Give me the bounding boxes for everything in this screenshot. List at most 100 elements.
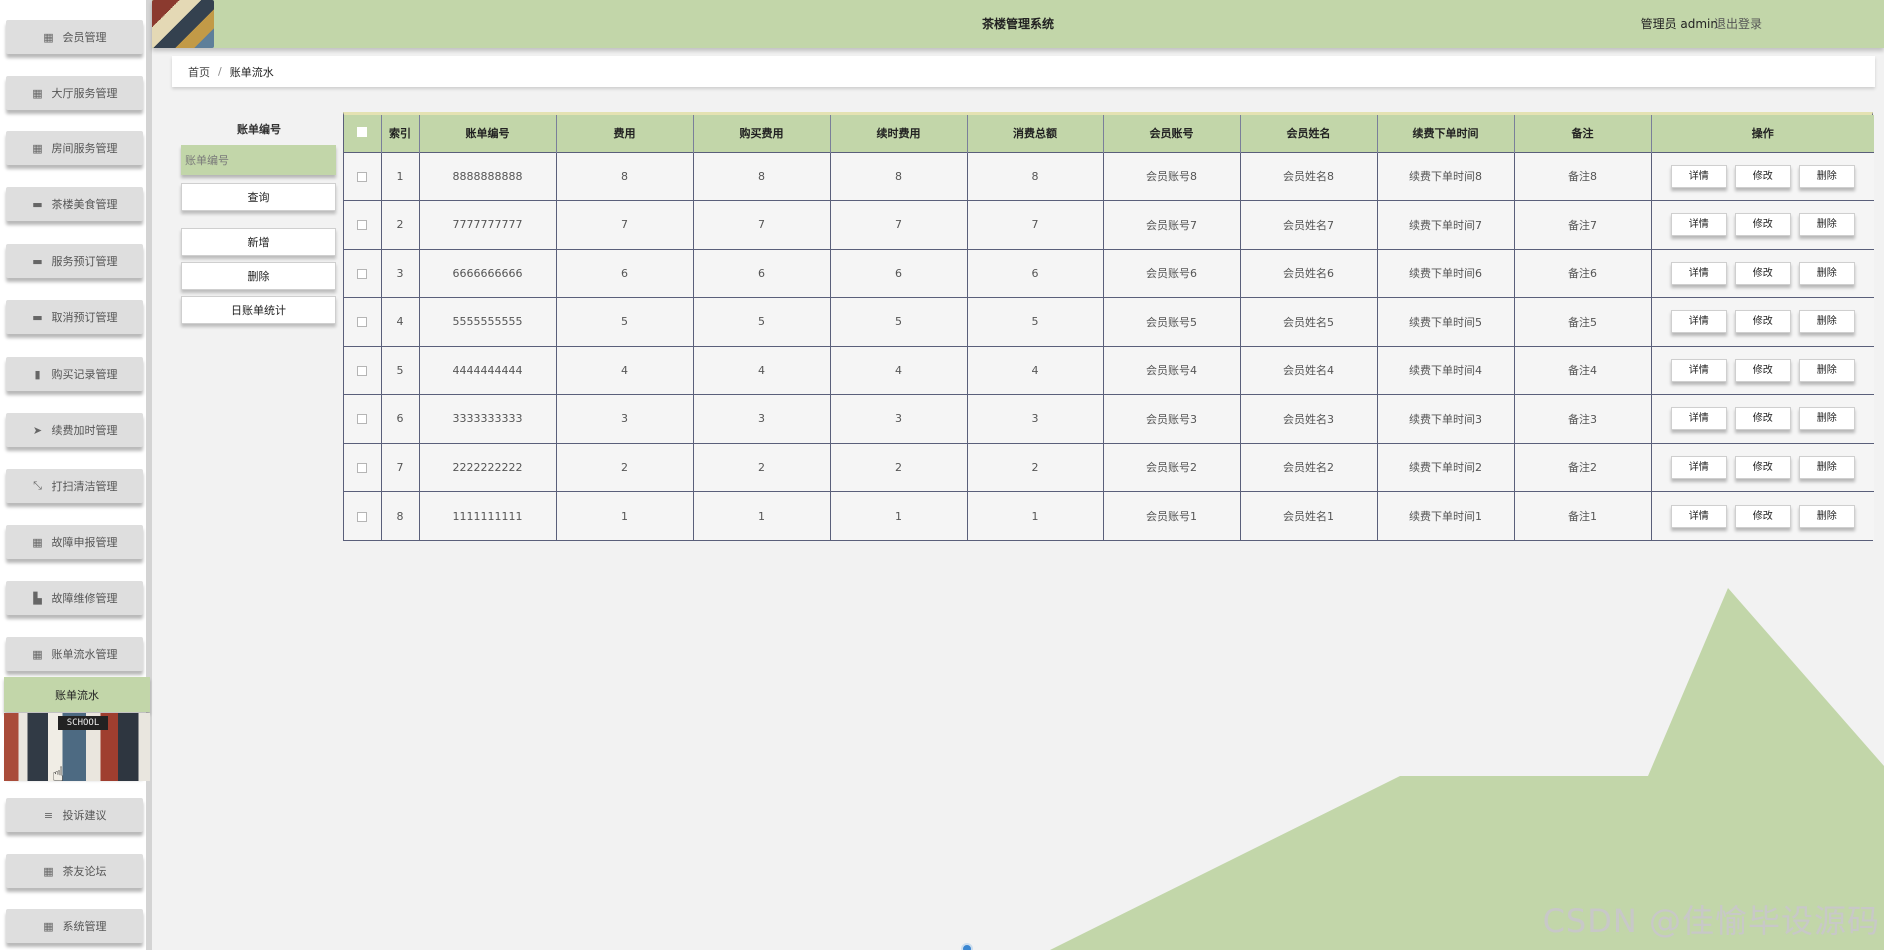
- cell-total: 8: [967, 151, 1104, 201]
- cell-total: 3: [967, 394, 1104, 443]
- cell-renew-fee: 1: [830, 491, 968, 540]
- sidebar-scrollbar[interactable]: [146, 0, 152, 950]
- delete-button[interactable]: 删除: [1798, 455, 1855, 479]
- row-checkbox[interactable]: [357, 414, 368, 425]
- sidebar-item-7[interactable]: ➤ 续费加时管理: [6, 413, 143, 447]
- sidebar-item-0[interactable]: ▦ 会员管理: [6, 20, 143, 54]
- edit-button[interactable]: 修改: [1734, 407, 1791, 431]
- sidebar-item-8[interactable]: ⤡ 打扫清洁管理: [6, 469, 143, 503]
- edit-button[interactable]: 修改: [1734, 504, 1791, 528]
- sidebar-item-3[interactable]: ▬ 茶楼美食管理: [6, 187, 143, 221]
- logout-link[interactable]: 退出登录: [1714, 0, 1762, 48]
- edit-button[interactable]: 修改: [1734, 164, 1791, 188]
- row-checkbox-cell: [344, 200, 382, 249]
- row-checkbox[interactable]: [357, 220, 368, 231]
- column-header: 续时费用: [830, 115, 968, 152]
- edit-button[interactable]: 修改: [1734, 310, 1791, 334]
- cell-bill-no: 3333333333: [419, 394, 557, 443]
- cell-purchase-fee: 3: [693, 394, 831, 443]
- detail-button[interactable]: 详情: [1670, 164, 1727, 188]
- row-checkbox[interactable]: [357, 268, 368, 279]
- sidebar-item-4[interactable]: ▬ 服务预订管理: [6, 244, 143, 278]
- table-row: 2 7777777777 7 7 7 7 会员账号7 会员姓名7 续费下单时间7 备注7 详情 修改删…: [344, 200, 1874, 249]
- delete-button[interactable]: 删除: [1798, 407, 1855, 431]
- table-row: 5 4444444444 4 4 4 4 会员账号4 会员姓名4 续费下单时间4 备注4 详情 修改删…: [344, 345, 1874, 395]
- row-actions: 详情 修改 删除: [1651, 442, 1874, 492]
- delete-button[interactable]: 删除: [1798, 504, 1855, 528]
- sidebar-item-label: 取消预订管理: [51, 311, 118, 324]
- sidebar-item-5[interactable]: ▬ 取消预订管理: [6, 300, 143, 334]
- detail-button[interactable]: 详情: [1670, 261, 1727, 285]
- submenu-label: 账单流水: [55, 688, 99, 702]
- cell-order-time: 续费下单时间2: [1377, 442, 1515, 492]
- sidebar-item-6[interactable]: ▮ 购买记录管理: [6, 357, 143, 391]
- delete-button[interactable]: 删除: [1798, 358, 1855, 382]
- sidebar-item-2[interactable]: ▦ 房间服务管理: [6, 131, 143, 165]
- cell-purchase-fee: 1: [693, 491, 831, 540]
- submenu-item-bill-flow[interactable]: 账单流水: [4, 677, 150, 712]
- edit-button[interactable]: 修改: [1734, 455, 1791, 479]
- cell-renew-fee: 8: [830, 151, 968, 201]
- cell-purchase-fee: 6: [693, 248, 831, 298]
- cell-name: 会员姓名8: [1240, 151, 1378, 201]
- row-checkbox[interactable]: [357, 317, 368, 328]
- detail-button[interactable]: 详情: [1670, 407, 1727, 431]
- sidebar-item-14[interactable]: ▦ 茶友论坛: [6, 854, 143, 888]
- search-label: 账单编号: [237, 123, 281, 136]
- sidebar-item-label: 大厅服务管理: [51, 87, 118, 100]
- daily-bill-stats-button[interactable]: 日账单统计: [181, 296, 336, 324]
- cell-order-time: 续费下单时间6: [1377, 248, 1515, 298]
- row-checkbox[interactable]: [357, 511, 368, 522]
- grid-icon: ▦: [32, 86, 43, 100]
- grid-icon: ▦: [43, 864, 54, 878]
- query-button[interactable]: 查询: [181, 183, 336, 211]
- batch-delete-button[interactable]: 删除: [181, 262, 336, 290]
- cell-fee: 8: [556, 151, 694, 201]
- row-checkbox[interactable]: [357, 462, 368, 473]
- cell-index: 6: [381, 394, 420, 443]
- delete-button[interactable]: 删除: [1798, 261, 1855, 285]
- detail-button[interactable]: 详情: [1670, 213, 1727, 237]
- sidebar-item-11[interactable]: ▦ 账单流水管理: [6, 637, 143, 671]
- scroll-indicator[interactable]: [961, 943, 973, 950]
- bill-table: 索引 账单编号 费用 购买费用 续时费用 消费总额 会员账号 会员姓名 续费下单时间 备注 操作 1…: [344, 115, 1874, 540]
- row-actions: 详情 修改 删除: [1651, 248, 1874, 298]
- detail-button[interactable]: 详情: [1670, 358, 1727, 382]
- detail-button[interactable]: 详情: [1670, 455, 1727, 479]
- add-button[interactable]: 新增: [181, 228, 336, 256]
- select-all-checkbox[interactable]: [357, 126, 368, 137]
- sidebar-item-15[interactable]: ▦ 系统管理: [6, 909, 143, 943]
- delete-button[interactable]: 删除: [1798, 213, 1855, 237]
- row-checkbox[interactable]: [357, 171, 368, 182]
- cell-fee: 1: [556, 491, 694, 540]
- row-actions: 详情 修改 删除: [1651, 200, 1874, 249]
- column-header: 操作: [1651, 115, 1874, 152]
- row-checkbox[interactable]: [357, 365, 368, 376]
- edit-button[interactable]: 修改: [1734, 358, 1791, 382]
- cell-bill-no: 4444444444: [419, 345, 557, 395]
- cell-name: 会员姓名7: [1240, 200, 1378, 249]
- delete-button[interactable]: 删除: [1798, 164, 1855, 188]
- bill-number-search-input[interactable]: [181, 145, 336, 175]
- detail-button[interactable]: 详情: [1670, 504, 1727, 528]
- cell-bill-no: 7777777777: [419, 200, 557, 249]
- grid-icon: ▦: [32, 141, 43, 155]
- sidebar-item-10[interactable]: ▙ 故障维修管理: [6, 581, 143, 615]
- sidebar-item-9[interactable]: ▦ 故障申报管理: [6, 525, 143, 559]
- edit-button[interactable]: 修改: [1734, 261, 1791, 285]
- sidebar-item-13[interactable]: ≡ 投诉建议: [6, 798, 143, 832]
- column-header: 购买费用: [693, 115, 831, 152]
- cell-bill-no: 5555555555: [419, 297, 557, 346]
- cell-order-time: 续费下单时间7: [1377, 200, 1515, 249]
- sidebar-item-1[interactable]: ▦ 大厅服务管理: [6, 76, 143, 110]
- column-header: 会员姓名: [1240, 115, 1378, 152]
- edit-button[interactable]: 修改: [1734, 213, 1791, 237]
- detail-button[interactable]: 详情: [1670, 310, 1727, 334]
- cell-purchase-fee: 5: [693, 297, 831, 346]
- table-row: 3 6666666666 6 6 6 6 会员账号6 会员姓名6 续费下单时间6 备注6 详情 修改删…: [344, 248, 1874, 298]
- breadcrumb-home[interactable]: 首页: [188, 64, 210, 80]
- cell-index: 3: [381, 248, 420, 298]
- cell-fee: 5: [556, 297, 694, 346]
- delete-button[interactable]: 删除: [1798, 310, 1855, 334]
- monitor-icon: ▬: [32, 254, 43, 268]
